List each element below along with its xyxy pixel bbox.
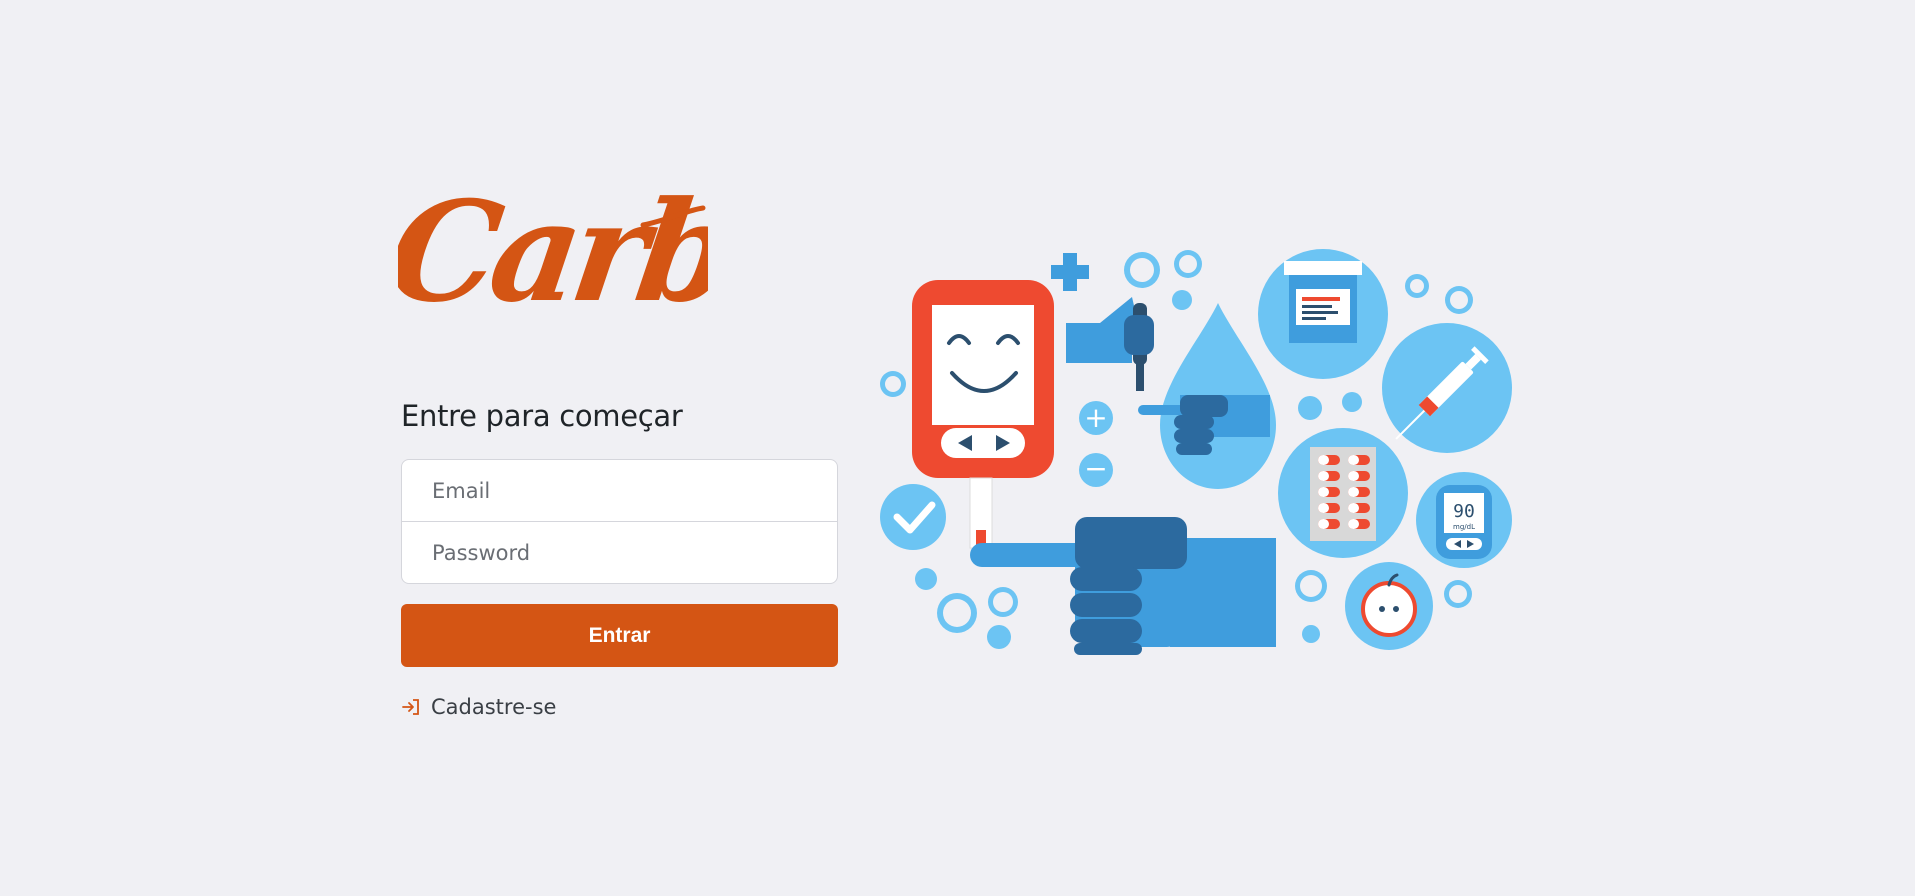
svg-text:−: − [1084, 452, 1107, 485]
lancet-hand-icon [1066, 297, 1154, 391]
plus-icon: + [1084, 401, 1107, 434]
login-button[interactable]: Entrar [401, 604, 838, 667]
carb-logo-wordmark: Carb [398, 171, 708, 320]
login-heading: Entre para começar [401, 399, 683, 433]
meter-reading-value: 90 [1453, 501, 1475, 522]
syringe-icon [1382, 323, 1512, 453]
meter-reading-icon: 90 mg/dL [1416, 472, 1512, 568]
diabetes-care-illustration: + − 90 mg/dL [870, 245, 1520, 655]
medical-cross-icon [1051, 253, 1089, 291]
check-icon [880, 484, 946, 550]
pointing-hand-icon [970, 517, 1276, 655]
signup-label: Cadastre-se [431, 695, 557, 719]
sign-in-icon [401, 697, 421, 717]
medicine-bottle-icon [1258, 249, 1388, 379]
login-panel: Carb Entre para começar Entrar Cadastre-… [398, 170, 838, 719]
minus-icon: − [1084, 452, 1107, 485]
apple-icon [1345, 562, 1433, 650]
carb-logo: Carb [398, 170, 708, 320]
svg-text:Carb: Carb [398, 171, 708, 320]
meter-reading-unit: mg/dL [1453, 523, 1475, 531]
blood-drop-icon [1138, 303, 1276, 489]
email-field[interactable] [401, 459, 838, 522]
password-field[interactable] [401, 521, 838, 584]
signup-link[interactable]: Cadastre-se [401, 695, 556, 719]
login-page: Carb Entre para começar Entrar Cadastre-… [0, 0, 1915, 896]
pill-pack-icon [1278, 428, 1408, 558]
svg-text:+: + [1084, 401, 1107, 434]
